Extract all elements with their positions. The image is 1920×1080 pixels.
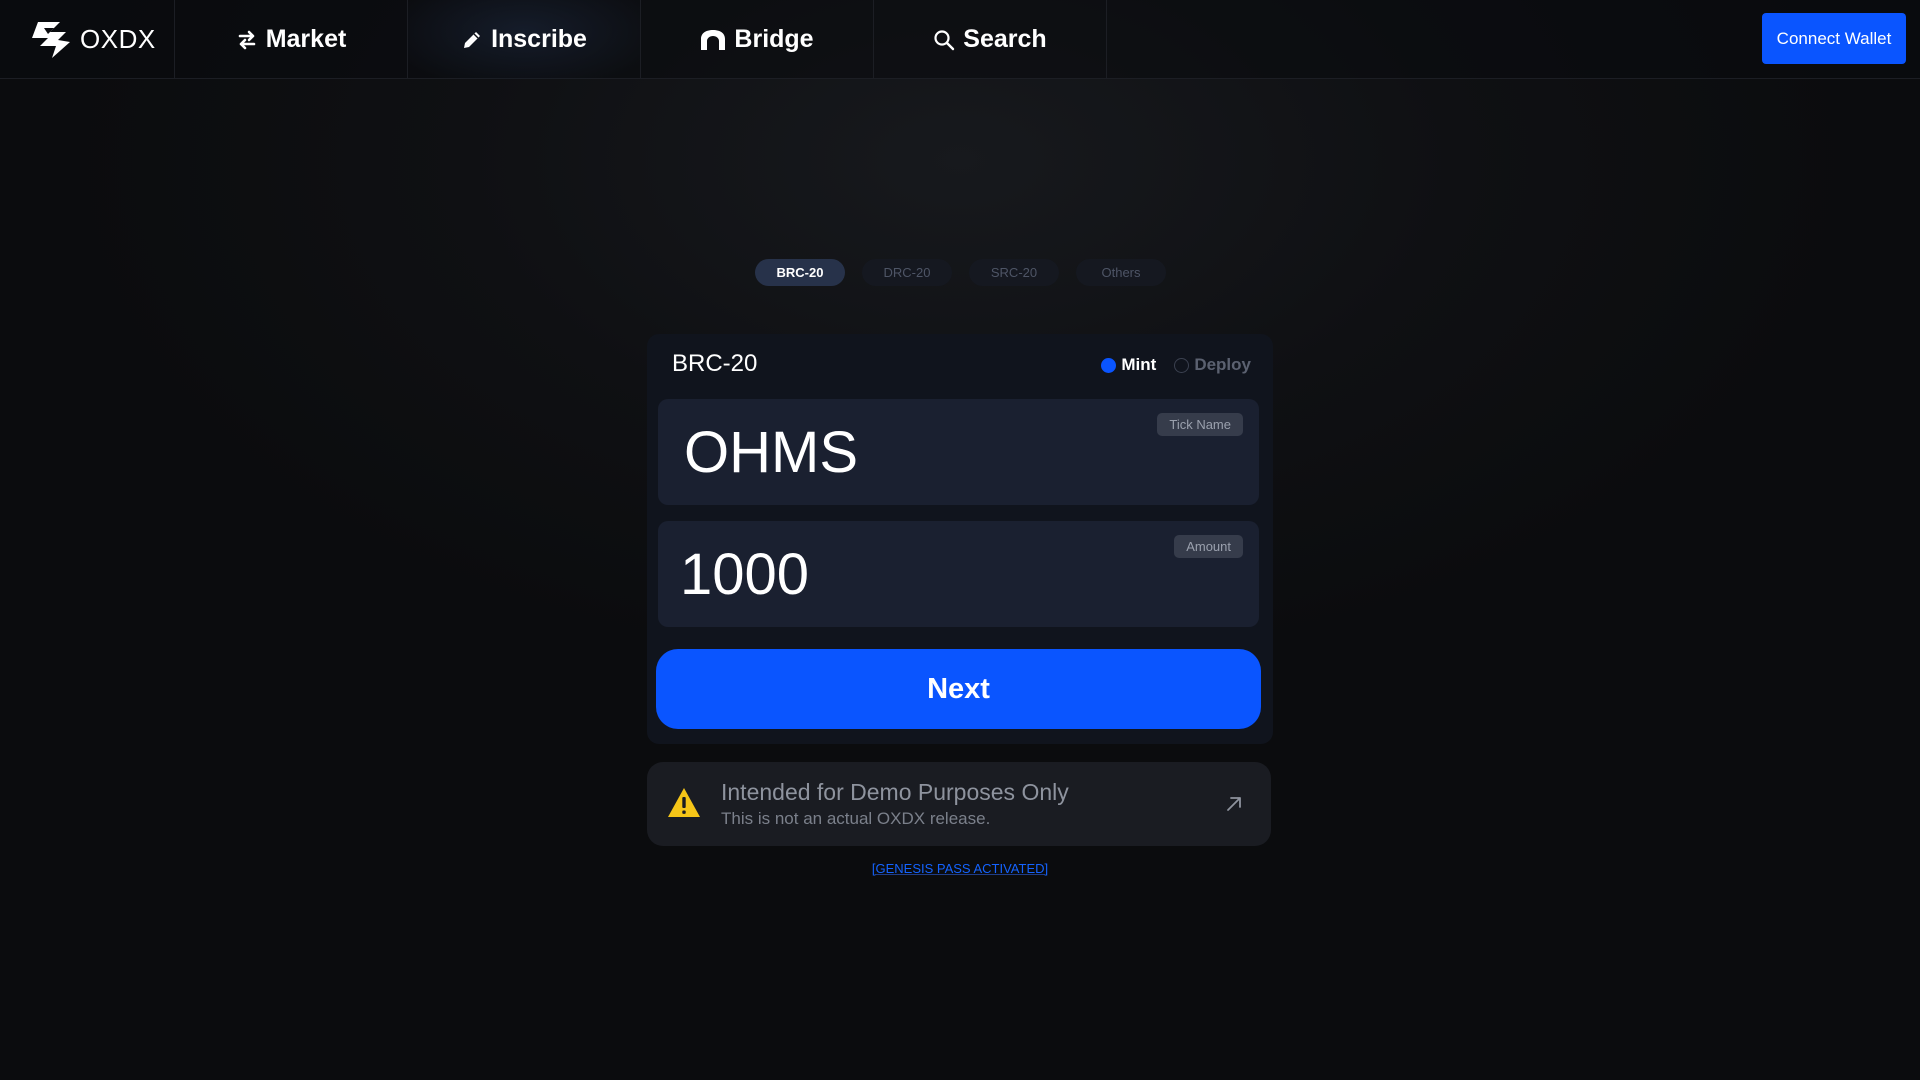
warning-icon: [668, 788, 700, 817]
external-arrow-icon[interactable]: [1225, 795, 1243, 813]
bridge-icon: [701, 29, 726, 50]
amount-tag: Amount: [1174, 535, 1243, 558]
inscribe-card: BRC-20 Mint Deploy Tick Name Amount Next: [647, 334, 1273, 744]
protocol-tabs: BRC-20 DRC-20 SRC-20 Others: [755, 259, 1166, 286]
notice-title: Intended for Demo Purposes Only: [721, 779, 1069, 805]
mode-deploy-option[interactable]: Deploy: [1174, 355, 1251, 375]
nav-inscribe[interactable]: Inscribe: [408, 0, 641, 79]
oxdx-logo-icon: [32, 21, 70, 58]
deploy-label: Deploy: [1194, 355, 1251, 374]
deploy-radio[interactable]: [1174, 357, 1190, 373]
brand[interactable]: OXDX: [0, 0, 175, 79]
nav-bridge-label: Bridge: [734, 25, 814, 53]
genesis-pass-text: [GENESIS PASS ACTIVATED]: [871, 861, 1049, 876]
nav-market-label: Market: [265, 25, 347, 53]
connect-wallet-button[interactable]: Connect Wallet: [1762, 13, 1906, 64]
amount-input[interactable]: [680, 537, 1120, 611]
notice-subtitle: This is not an actual OXDX release.: [721, 809, 991, 828]
tab-src20[interactable]: SRC-20: [969, 259, 1059, 286]
tick-name-tag: Tick Name: [1157, 413, 1243, 436]
pencil-icon: [464, 31, 481, 48]
nav-bridge[interactable]: Bridge: [641, 0, 874, 79]
mint-radio[interactable]: [1101, 357, 1117, 373]
demo-notice[interactable]: Intended for Demo Purposes Only This is …: [647, 762, 1271, 846]
top-nav: OXDX Market Inscribe Bridge Search Conne…: [0, 0, 1920, 79]
nav-search[interactable]: Search: [874, 0, 1107, 79]
card-title: BRC-20: [672, 350, 758, 377]
tab-brc20[interactable]: BRC-20: [755, 259, 845, 286]
nav-market[interactable]: Market: [175, 0, 408, 79]
next-button[interactable]: Next: [656, 649, 1261, 729]
brand-name: OXDX: [80, 24, 156, 54]
nav-inscribe-label: Inscribe: [491, 25, 587, 53]
tab-drc20[interactable]: DRC-20: [862, 259, 952, 286]
mint-label: Mint: [1121, 355, 1157, 374]
swap-arrows-icon: [238, 30, 256, 49]
tab-others[interactable]: Others: [1076, 259, 1166, 286]
search-icon: [934, 29, 955, 50]
nav-search-label: Search: [963, 25, 1047, 53]
tick-name-input[interactable]: [684, 415, 1124, 489]
mode-mint-option[interactable]: Mint: [1101, 355, 1156, 375]
genesis-pass-link[interactable]: [GENESIS PASS ACTIVATED]: [0, 861, 1920, 876]
mode-radio-group: Mint Deploy: [1101, 355, 1251, 375]
amount-field: Amount: [658, 521, 1259, 627]
tick-name-field: Tick Name: [658, 399, 1259, 505]
